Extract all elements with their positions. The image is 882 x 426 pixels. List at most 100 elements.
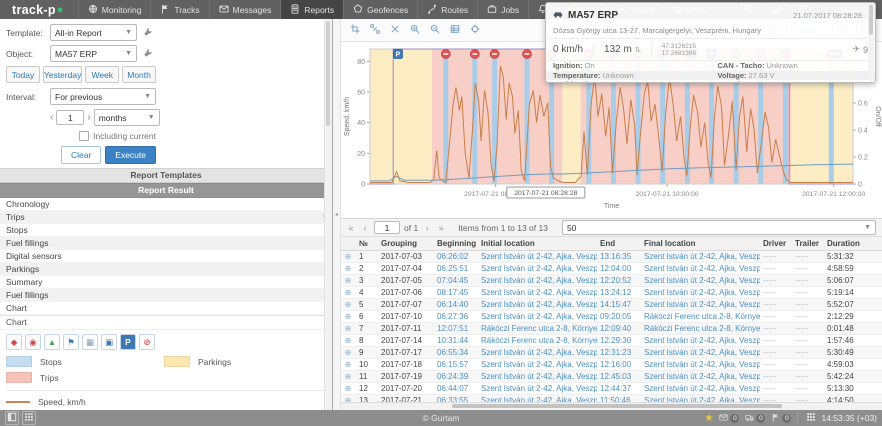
table-cell[interactable]: 06:14:40 — [434, 299, 478, 310]
nav-item-messages[interactable]: Messages — [209, 0, 281, 19]
expand-row-icon[interactable]: ⊕ — [340, 359, 356, 370]
counter-tracks[interactable]: 0 — [771, 413, 791, 424]
including-current-checkbox[interactable] — [79, 131, 89, 141]
events-marker-button[interactable]: ⚑ — [63, 334, 79, 350]
counter-messages[interactable]: 0 — [719, 413, 739, 424]
zoom-selection-button[interactable] — [346, 22, 363, 39]
month-button[interactable]: Month — [122, 66, 156, 83]
table-row[interactable]: ⊕122017-07-2006:44:07Szent István út 2-4… — [340, 383, 882, 395]
table-cell[interactable]: Rákóczi Ferenc utca 2-8, Környe, Komárom… — [478, 335, 597, 346]
table-row[interactable]: ⊕22017-07-0406:25:51Szent István út 2-42… — [340, 263, 882, 275]
table-cell[interactable]: Szent István út 2-42, Ajka, Veszprém, Hu… — [478, 311, 597, 322]
column-header[interactable]: Final location — [641, 237, 760, 250]
table-cell[interactable]: 12:07:51 — [434, 323, 478, 334]
table-row[interactable]: ⊕102017-07-1806:15:57Szent István út 2-4… — [340, 359, 882, 371]
table-cell[interactable]: Rákóczi Ferenc utca 2-8, Környe, Komárom… — [641, 323, 760, 334]
page-size-select[interactable]: 50▼ — [562, 220, 876, 235]
expand-row-icon[interactable]: ⊕ — [340, 323, 356, 334]
nav-item-jobs[interactable]: Jobs — [477, 0, 528, 19]
table-cell[interactable]: Szent István út 2-42, Ajka, Veszprém, Hu… — [478, 251, 597, 262]
table-row[interactable]: ⊕132017-07-2106:33:55Szent István út 2-4… — [340, 395, 882, 402]
table-cell[interactable]: 12:16:00 — [597, 359, 641, 370]
expand-row-icon[interactable]: ⊕ — [340, 287, 356, 298]
nav-item-monitoring[interactable]: Monitoring — [78, 0, 151, 19]
expand-row-icon[interactable]: ⊕ — [340, 371, 356, 382]
table-cell[interactable]: Szent István út 2-42, Ajka, Veszprém, Hu… — [641, 383, 760, 394]
table-cell[interactable]: Szent István út 2-42, Ajka, Veszprém, Hu… — [478, 299, 597, 310]
column-header[interactable]: Initial location — [478, 237, 597, 250]
stops-marker-button[interactable]: ⊘ — [139, 334, 155, 350]
parkings-marker-button[interactable]: P — [120, 334, 136, 350]
table-cell[interactable]: 14:15:47 — [597, 299, 641, 310]
report-section-fuel-fillings[interactable]: Fuel fillings — [0, 289, 332, 302]
template-settings-button[interactable] — [139, 25, 156, 41]
speedings-marker-button[interactable]: ▲ — [44, 334, 60, 350]
page-number-input[interactable] — [374, 221, 400, 234]
report-section-stops[interactable]: Stops — [0, 224, 332, 237]
table-cell[interactable]: Szent István út 2-42, Ajka, Veszprém, Hu… — [641, 371, 760, 382]
report-section-chronology[interactable]: Chronology — [0, 198, 332, 211]
report-result-header[interactable]: Report Result — [0, 183, 332, 198]
table-row[interactable]: ⊕32017-07-0507:04:45Szent István út 2-42… — [340, 275, 882, 287]
area-select-button[interactable] — [366, 22, 383, 39]
column-header[interactable]: End — [597, 237, 641, 250]
expand-row-icon[interactable]: ⊕ — [340, 251, 356, 262]
expand-row-icon[interactable]: ⊕ — [340, 395, 356, 402]
table-cell[interactable]: 06:55:34 — [434, 347, 478, 358]
today-button[interactable]: Today — [6, 66, 40, 83]
table-cell[interactable]: 12:45:03 — [597, 371, 641, 382]
table-cell[interactable]: Szent István út 2-42, Ajka, Veszprém, Hu… — [478, 287, 597, 298]
nav-item-tracks[interactable]: Tracks — [150, 0, 208, 19]
table-cell[interactable]: Szent István út 2-42, Ajka, Veszprém, Hu… — [641, 347, 760, 358]
week-button[interactable]: Week — [85, 66, 119, 83]
next-page-button[interactable]: › — [422, 223, 432, 233]
yesterday-button[interactable]: Yesterday — [43, 66, 83, 83]
table-cell[interactable]: 13:24:12 — [597, 287, 641, 298]
scrollbar-thumb[interactable] — [452, 404, 782, 408]
table-row[interactable]: ⊕82017-07-1410:31:44Rákóczi Ferenc utca … — [340, 335, 882, 347]
stepper-increase-button[interactable]: › — [87, 112, 90, 123]
interval-count-input[interactable] — [56, 110, 84, 125]
zoom-out-button[interactable] — [426, 22, 443, 39]
last-page-button[interactable]: » — [436, 223, 446, 233]
favorites-icon[interactable]: ★ — [705, 413, 714, 424]
table-cell[interactable]: Rákóczi Ferenc utca 2-8, Környe, Komárom… — [478, 323, 597, 334]
table-cell[interactable]: 06:15:57 — [434, 359, 478, 370]
table-cell[interactable]: Szent István út 2-42, Ajka, Veszprém, Hu… — [641, 251, 760, 262]
table-cell[interactable]: Szent István út 2-42, Ajka, Veszprém, Hu… — [641, 335, 760, 346]
report-section-fuel-fillings[interactable]: Fuel fillings — [0, 237, 332, 250]
table-cell[interactable]: Szent István út 2-42, Ajka, Veszprém, Hu… — [641, 275, 760, 286]
column-header[interactable]: № — [356, 237, 378, 250]
reset-zoom-button[interactable] — [386, 22, 403, 39]
counter-units[interactable]: 0 — [745, 413, 765, 424]
table-cell[interactable]: 06:33:55 — [434, 395, 478, 402]
column-header[interactable]: Trailer — [792, 237, 824, 250]
table-cell[interactable]: Szent István út 2-42, Ajka, Veszprém, Hu… — [478, 359, 597, 370]
table-cell[interactable]: Szent István út 2-42, Ajka, Veszprém, Hu… — [641, 287, 760, 298]
images-marker-button[interactable]: ▦ — [82, 334, 98, 350]
table-cell[interactable]: Szent István út 2-42, Ajka, Veszprém, Hu… — [478, 263, 597, 274]
sidebar-scrollbar-thumb[interactable] — [326, 21, 330, 126]
fillings-marker-button[interactable]: ◆ — [6, 334, 22, 350]
table-row[interactable]: ⊕52017-07-0706:14:40Szent István út 2-42… — [340, 299, 882, 311]
table-cell[interactable]: 06:27:36 — [434, 311, 478, 322]
interval-unit-select[interactable]: months▼ — [94, 109, 160, 126]
expand-row-icon[interactable]: ⊕ — [340, 311, 356, 322]
table-cell[interactable]: 06:24:39 — [434, 371, 478, 382]
first-page-button[interactable]: « — [346, 223, 356, 233]
table-row[interactable]: ⊕42017-07-0608:17:45Szent István út 2-42… — [340, 287, 882, 299]
sidebar-scrollbar[interactable] — [324, 19, 332, 410]
table-row[interactable]: ⊕112017-07-1906:24:39Szent István út 2-4… — [340, 371, 882, 383]
expand-row-icon[interactable]: ⊕ — [340, 263, 356, 274]
execute-button[interactable]: Execute — [105, 146, 156, 164]
table-cell[interactable]: Szent István út 2-42, Ajka, Veszprém, Hu… — [478, 371, 597, 382]
nav-item-routes[interactable]: Routes — [417, 0, 477, 19]
table-cell[interactable]: 07:04:45 — [434, 275, 478, 286]
prev-page-button[interactable]: ‹ — [360, 223, 370, 233]
table-cell[interactable]: 10:31:44 — [434, 335, 478, 346]
table-cell[interactable]: Rákóczi Ferenc utca 2-8, Környe, Komárom… — [641, 311, 760, 322]
table-row[interactable]: ⊕72017-07-1112:07:51Rákóczi Ferenc utca … — [340, 323, 882, 335]
table-cell[interactable]: 09:20:05 — [597, 311, 641, 322]
table-row[interactable]: ⊕12017-07-0306:26:02Szent István út 2-42… — [340, 251, 882, 263]
table-cell[interactable]: Szent István út 2-42, Ajka, Veszprém, Hu… — [641, 263, 760, 274]
